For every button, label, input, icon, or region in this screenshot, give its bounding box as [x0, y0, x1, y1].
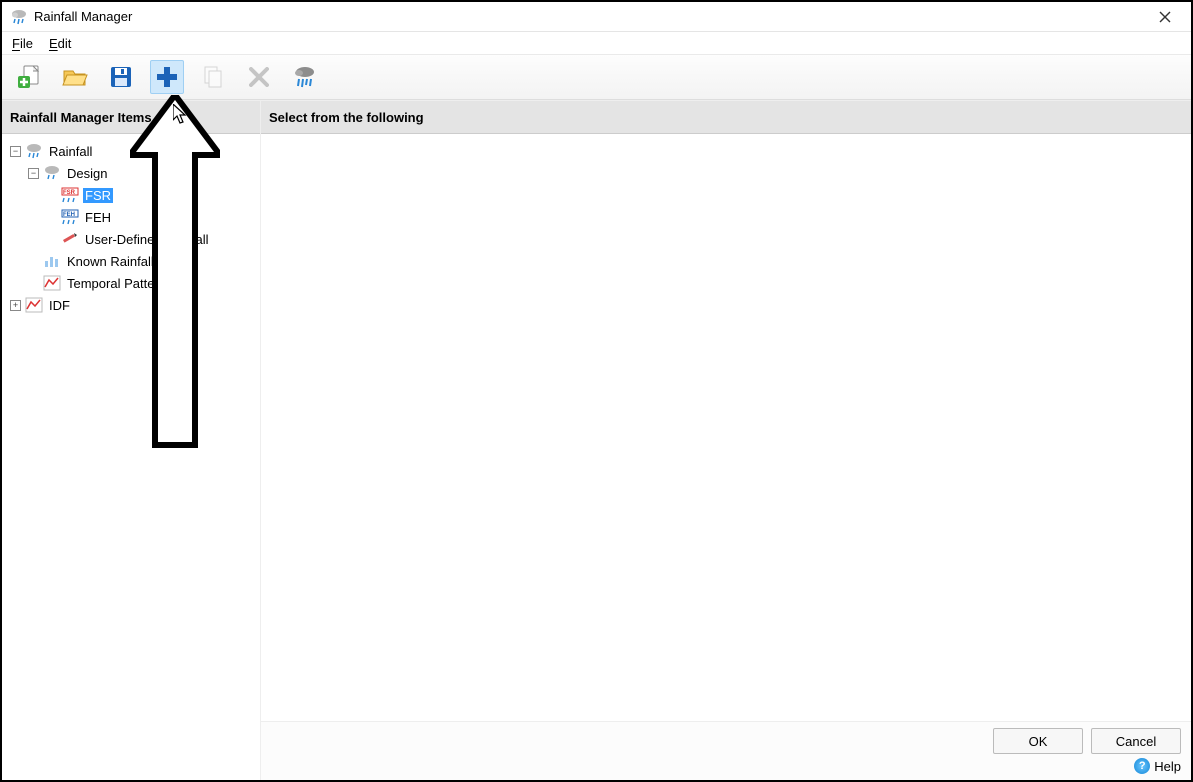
main-header: Select from the following: [261, 100, 1191, 134]
tree-label: IDF: [47, 298, 72, 313]
window: Rainfall Manager File Edit: [0, 0, 1193, 782]
tree-node-known[interactable]: Known Rainfall: [10, 250, 252, 272]
feh-icon: FEH: [61, 209, 79, 225]
open-button[interactable]: [58, 60, 92, 94]
main-panel: Select from the following OK Cancel ? He…: [260, 100, 1191, 780]
add-button[interactable]: [150, 60, 184, 94]
tree-label: Known Rainfall: [65, 254, 156, 269]
help-link[interactable]: Help: [1154, 759, 1181, 774]
cancel-button[interactable]: Cancel: [1091, 728, 1181, 754]
collapse-icon[interactable]: −: [10, 146, 21, 157]
rainfall-button[interactable]: [288, 60, 322, 94]
save-button[interactable]: [104, 60, 138, 94]
line-chart-icon: [25, 297, 43, 313]
new-doc-button[interactable]: [12, 60, 46, 94]
window-title: Rainfall Manager: [34, 9, 132, 24]
collapse-icon[interactable]: −: [28, 168, 39, 179]
tree-label: User-Defined Rainfall: [83, 232, 211, 247]
pencil-icon: [61, 231, 79, 247]
help-icon[interactable]: ?: [1134, 758, 1150, 774]
cloud-rain-icon: [43, 165, 61, 181]
tree-node-rainfall[interactable]: − Rainfall: [10, 140, 252, 162]
tree-label: Rainfall: [47, 144, 94, 159]
tree-node-fsr[interactable]: FSR FSR: [10, 184, 252, 206]
tree-node-user-defined[interactable]: User-Defined Rainfall: [10, 228, 252, 250]
tree-node-idf[interactable]: + IDF: [10, 294, 252, 316]
copy-button[interactable]: [196, 60, 230, 94]
main-content-empty: [261, 134, 1191, 721]
sidebar: Rainfall Manager Items − Rainfall − Desi…: [2, 100, 260, 780]
expand-icon[interactable]: +: [10, 300, 21, 311]
tree-node-design[interactable]: − Design: [10, 162, 252, 184]
tree-node-temporal[interactable]: Temporal Patterns: [10, 272, 252, 294]
svg-text:FEH: FEH: [63, 212, 75, 218]
menu-file[interactable]: File: [12, 36, 33, 51]
sidebar-header: Rainfall Manager Items: [2, 100, 260, 134]
cloud-rain-icon: [25, 143, 43, 159]
content: Rainfall Manager Items − Rainfall − Desi…: [2, 100, 1191, 780]
footer: OK Cancel ? Help: [261, 721, 1191, 780]
menubar: File Edit: [2, 32, 1191, 54]
tree-label: Temporal Patterns: [65, 276, 175, 291]
toolbar: [2, 54, 1191, 100]
bar-chart-icon: [43, 253, 61, 269]
fsr-icon: FSR: [61, 187, 79, 203]
tree: − Rainfall − Design FSR: [2, 134, 260, 780]
line-chart-icon: [43, 275, 61, 291]
tree-label: Design: [65, 166, 109, 181]
app-icon: [10, 8, 28, 26]
ok-button[interactable]: OK: [993, 728, 1083, 754]
titlebar: Rainfall Manager: [2, 2, 1191, 32]
menu-edit[interactable]: Edit: [49, 36, 71, 51]
tree-label: FSR: [83, 188, 113, 203]
delete-button[interactable]: [242, 60, 276, 94]
close-button[interactable]: [1145, 3, 1185, 31]
tree-label: FEH: [83, 210, 113, 225]
svg-text:FSR: FSR: [63, 190, 76, 196]
tree-node-feh[interactable]: FEH FEH: [10, 206, 252, 228]
